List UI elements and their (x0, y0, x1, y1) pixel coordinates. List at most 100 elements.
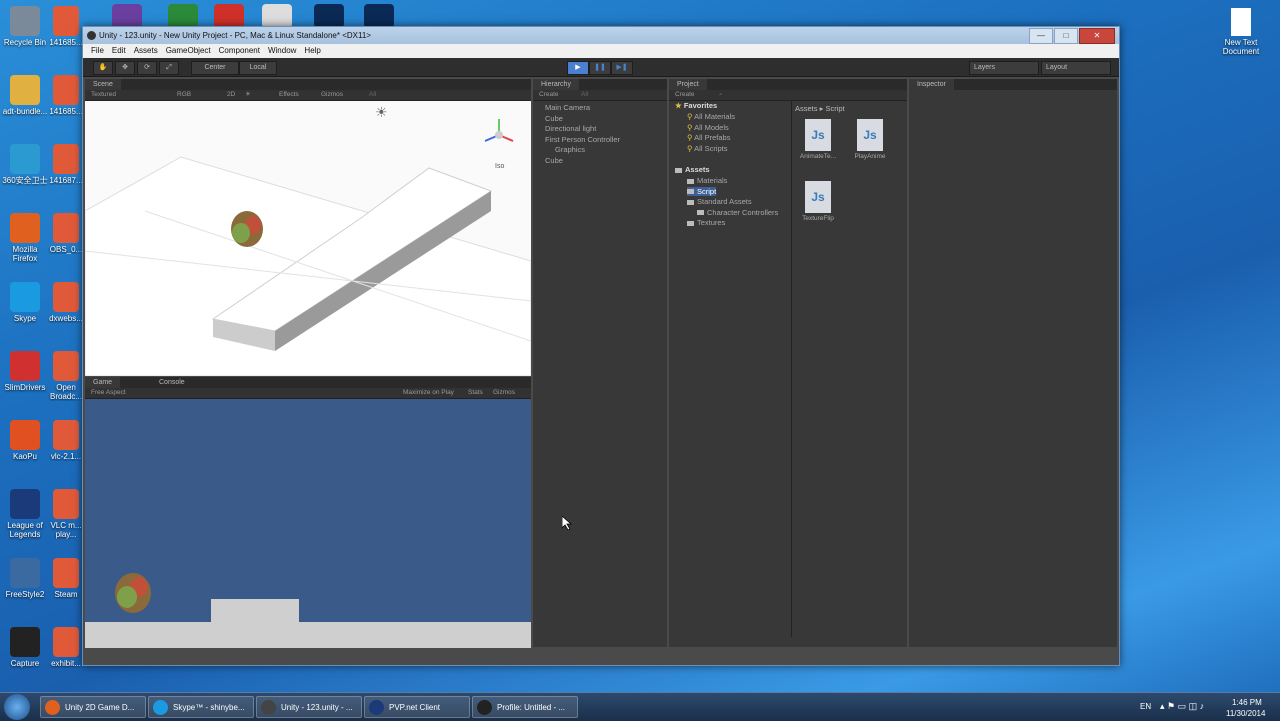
tab-scene[interactable]: Scene (85, 79, 121, 90)
rotate-tool-button[interactable]: ⟳ (137, 61, 157, 75)
tab-inspector[interactable]: Inspector (909, 79, 954, 90)
desktop-icon[interactable]: 360安全卫士 (0, 144, 50, 185)
menu-help[interactable]: Help (300, 44, 324, 58)
minimize-button[interactable]: — (1029, 28, 1053, 44)
hierarchy-item[interactable]: Main Camera (545, 103, 590, 112)
desktop-icon[interactable]: dxwebs... (46, 282, 86, 323)
photoshop-icon[interactable] (364, 4, 394, 28)
close-button[interactable]: ✕ (1079, 28, 1115, 44)
asset-folder[interactable]: Standard Assets (687, 197, 752, 206)
move-tool-button[interactable]: ✥ (115, 61, 135, 75)
desktop-icon[interactable]: Capture (0, 627, 50, 668)
taskbar-button[interactable]: Unity - 123.unity - ... (256, 696, 362, 718)
menu-assets[interactable]: Assets (130, 44, 162, 58)
project-search-icon[interactable]: ⌕ (719, 90, 723, 100)
desktop-icon[interactable]: Steam (46, 558, 86, 599)
favorite-item[interactable]: ⚲ All Scripts (687, 144, 728, 153)
menu-file[interactable]: File (87, 44, 108, 58)
asset-folder[interactable]: Materials (687, 176, 727, 185)
window-titlebar[interactable]: Unity - 123.unity - New Unity Project - … (83, 27, 1119, 44)
hierarchy-item[interactable]: Directional light (545, 124, 596, 133)
scale-tool-button[interactable]: ⤢ (159, 61, 179, 75)
desktop-icon[interactable]: 141685... (46, 6, 86, 47)
hierarchy-search-input[interactable]: All (581, 90, 588, 100)
asset-folder[interactable]: Character Controllers (697, 208, 778, 217)
pause-button[interactable]: ❚❚ (589, 61, 611, 75)
menu-edit[interactable]: Edit (108, 44, 130, 58)
layout-dropdown[interactable]: Layout (1041, 61, 1111, 75)
taskbar-button[interactable]: PVP.net Client (364, 696, 470, 718)
render-mode-dropdown[interactable]: RGB (177, 90, 191, 100)
lighting-toggle-icon[interactable]: ☀ (245, 90, 251, 100)
hand-tool-button[interactable]: ✋ (93, 61, 113, 75)
asset-folder[interactable]: Textures (687, 218, 725, 227)
desktop-icon[interactable]: KaoPu (0, 420, 50, 461)
tab-console[interactable]: Console (151, 377, 193, 388)
app-icon-2[interactable] (168, 4, 198, 28)
script-file[interactable]: Js PlayAnime (845, 119, 895, 160)
step-button[interactable]: ▶❚ (611, 61, 633, 75)
space-toggle[interactable]: Local (239, 61, 277, 75)
clock-date[interactable]: 11/30/2014 (1226, 709, 1265, 718)
desktop-icon[interactable]: FreeStyle2 (0, 558, 50, 599)
taskbar-button[interactable]: Unity 2D Game D... (40, 696, 146, 718)
layers-dropdown[interactable]: Layers (969, 61, 1039, 75)
favorite-item[interactable]: ⚲ All Materials (687, 112, 735, 121)
tab-game[interactable]: Game (85, 377, 121, 388)
game-gizmos-dropdown[interactable]: Gizmos (493, 388, 515, 398)
favorite-item[interactable]: ⚲ All Models (687, 123, 729, 132)
play-button[interactable]: ▶ (567, 61, 589, 75)
project-breadcrumb[interactable]: Assets ▸ Script (795, 104, 845, 113)
hierarchy-item[interactable]: Cube (545, 114, 563, 123)
tab-hierarchy[interactable]: Hierarchy (533, 79, 579, 90)
desktop-icon[interactable]: 141687... (46, 144, 86, 185)
tab-project[interactable]: Project (669, 79, 707, 90)
desktop-icon[interactable]: SlimDrivers (0, 351, 50, 392)
desktop-icon[interactable]: Mozilla Firefox (0, 213, 50, 263)
desktop-icon[interactable]: Recycle Bin (0, 6, 50, 47)
asset-folder[interactable]: Script (687, 186, 717, 196)
menu-window[interactable]: Window (264, 44, 300, 58)
scene-viewport[interactable]: ☀ Iso (85, 101, 531, 376)
hierarchy-item[interactable]: First Person Controller (545, 135, 620, 144)
scene-gizmo[interactable] (484, 119, 514, 142)
script-file[interactable]: Js TextureFlip (793, 181, 843, 222)
hierarchy-create-dropdown[interactable]: Create (539, 90, 559, 100)
desktop-icon[interactable]: Open Broadc... (46, 351, 86, 401)
taskbar-button[interactable]: Skype™ - shinybe... (148, 696, 254, 718)
project-create-dropdown[interactable]: Create (675, 90, 695, 100)
taskbar-button[interactable]: Profile: Untitled - ... (472, 696, 578, 718)
desktop-icon[interactable]: League of Legends (0, 489, 50, 539)
desktop-icon[interactable]: VLC m... play... (46, 489, 86, 539)
app-icon-1[interactable] (112, 4, 142, 28)
game-viewport[interactable] (85, 399, 531, 648)
desktop-icon[interactable]: OBS_0... (46, 213, 86, 254)
light-icon[interactable]: ☀ (375, 104, 388, 120)
aspect-dropdown[interactable]: Free Aspect (91, 388, 126, 398)
script-file[interactable]: Js AnimateTe... (793, 119, 843, 160)
desktop-icon[interactable]: Skype (0, 282, 50, 323)
desktop-icon[interactable]: vlc-2.1... (46, 420, 86, 461)
hierarchy-item[interactable]: Graphics (555, 145, 585, 154)
stats-toggle[interactable]: Stats (468, 388, 483, 398)
maximize-button[interactable]: □ (1054, 28, 1078, 44)
desktop-icon[interactable]: exhibit... (46, 627, 86, 668)
hierarchy-item[interactable]: Cube (545, 156, 563, 165)
tray-icons[interactable]: ▴ ⚑ ▭ ◫ ♪ (1160, 701, 1204, 712)
character-sprite[interactable] (231, 211, 263, 247)
favorite-item[interactable]: ⚲ All Prefabs (687, 133, 730, 142)
menu-component[interactable]: Component (215, 44, 264, 58)
shading-dropdown[interactable]: Textured (91, 90, 116, 100)
desktop-icon-new-text-document[interactable]: New Text Document (1216, 8, 1266, 56)
gizmos-dropdown[interactable]: Gizmos (321, 90, 343, 100)
favorites-header[interactable]: ★ Favorites (675, 101, 717, 110)
desktop-icon[interactable]: adt-bundle... (0, 75, 50, 116)
clock-time[interactable]: 1:46 PM (1232, 698, 1262, 707)
assets-header[interactable]: Assets (675, 165, 710, 174)
effects-dropdown[interactable]: Effects (279, 90, 299, 100)
adobe-cc-icon[interactable] (214, 4, 244, 28)
menu-gameobject[interactable]: GameObject (162, 44, 215, 58)
2d-toggle[interactable]: 2D (227, 90, 235, 100)
maximize-on-play-toggle[interactable]: Maximize on Play (403, 388, 454, 398)
app-icon-4[interactable] (262, 4, 292, 28)
